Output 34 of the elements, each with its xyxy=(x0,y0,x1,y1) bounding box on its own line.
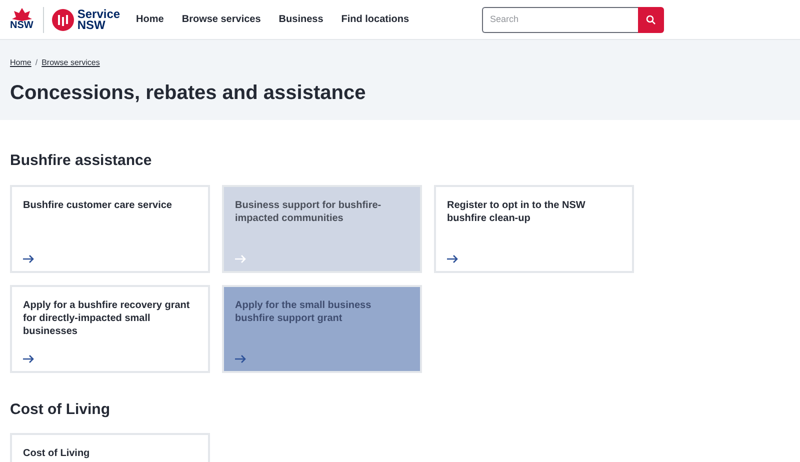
breadcrumb-link[interactable]: Browse services xyxy=(42,57,100,69)
card-title: Apply for the small business bushfire support grant xyxy=(235,298,372,324)
nav-link[interactable]: Home xyxy=(136,12,164,27)
waratah-logo-icon xyxy=(12,8,32,21)
card-title: Register to opt in to the NSW bushfire clean-up xyxy=(447,198,586,224)
page-title: Concessions, rebates and assistance xyxy=(10,81,367,106)
service-card[interactable]: Bushfire customer care service xyxy=(10,184,210,272)
arrow-icon xyxy=(235,254,246,262)
card-title: Bushfire customer care service xyxy=(23,198,173,212)
arrow-icon xyxy=(23,254,34,262)
service-card[interactable]: Apply for a bushfire recovery grant for directly-impacted small businesses xyxy=(10,284,210,372)
nav-link[interactable]: Browse services xyxy=(182,12,261,27)
search-button[interactable] xyxy=(638,6,664,32)
arrow-icon xyxy=(447,254,458,262)
gov-logo-text: NSW xyxy=(10,21,34,31)
brand-text: Service xyxy=(77,8,120,20)
service-logo-icon xyxy=(52,8,74,30)
breadcrumb-separator: / xyxy=(35,57,38,69)
service-card[interactable]: Business support for bushfire-impacted communities xyxy=(222,184,422,272)
arrow-icon xyxy=(235,354,246,362)
search-icon xyxy=(646,14,656,24)
nav-link[interactable]: Find locations xyxy=(341,12,410,27)
section-heading: Bushfire assistance xyxy=(10,151,153,171)
arrow-icon xyxy=(23,354,34,362)
breadcrumb-link[interactable]: Home xyxy=(10,57,32,69)
nav-link[interactable]: Business xyxy=(278,12,324,27)
card-title: Apply for a bushfire recovery grant for directly-impacted small businesses xyxy=(23,298,191,338)
brand-text: NSW xyxy=(77,20,106,30)
service-card[interactable]: Cost of Living xyxy=(10,433,210,462)
card-title: Business support for bushfire-impacted communities xyxy=(235,198,382,224)
search-field[interactable]: Search xyxy=(482,6,638,32)
section-heading: Cost of Living xyxy=(10,400,111,420)
service-card[interactable]: Register to opt in to the NSW bushfire clean-up xyxy=(434,184,634,272)
card-title: Cost of Living xyxy=(23,447,91,460)
